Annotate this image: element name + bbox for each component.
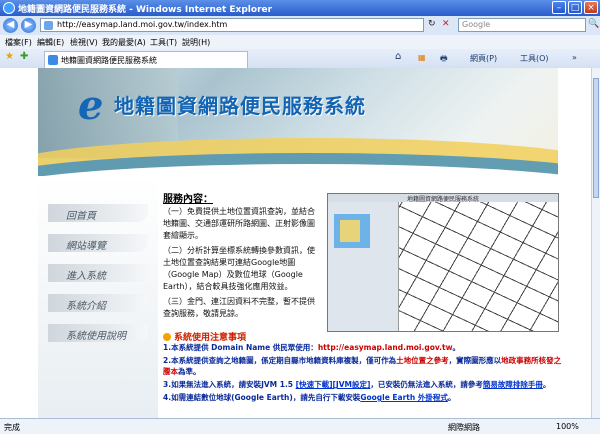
nav-introduction[interactable]: 系統介紹: [48, 294, 148, 312]
page-content: e 地籍圖資網路便民服務系統 回首頁 網站導覽 進入系統 系統介紹 系統使用說明…: [0, 68, 591, 418]
menu-file[interactable]: 檔案(F): [5, 37, 32, 48]
tab-label: 地籍圖資網路便民服務系統: [61, 56, 157, 65]
stop-button[interactable]: ✕: [442, 19, 450, 29]
favorites-star-icon[interactable]: ★: [5, 51, 14, 62]
status-bar: 完成 網際網路 100%: [0, 418, 600, 434]
nav-sitemap[interactable]: 網站導覽: [48, 234, 148, 252]
troubleshooting-link[interactable]: 簡易故障排除手冊: [483, 380, 543, 389]
map-preview-header: 地籍圖資網路便民服務系統: [328, 194, 558, 203]
minimize-button[interactable]: –: [552, 1, 566, 14]
service-heading: 服務內容：: [163, 194, 213, 205]
feeds-icon[interactable]: ▦: [418, 53, 426, 62]
notice-item: 3.如果無法進入系統，請安裝JVM 1.5 [快速下載][JVM設定]，已安裝仍…: [163, 380, 551, 389]
service-item: （二）分析計算坐標系統轉換參數資訊，使土地位置查詢結果可連結Google地圖（G…: [163, 246, 315, 291]
internet-zone: 網際網路: [448, 423, 480, 432]
page-icon: [44, 21, 53, 30]
print-icon[interactable]: 🖶: [440, 53, 448, 67]
maximize-button[interactable]: □: [568, 1, 582, 14]
service-content: （一）免費提供土地位置資訊查詢，並結合地籍圖、交通部運研所路網圖、正射影像圖套繪…: [163, 206, 321, 323]
page-menu[interactable]: 網頁(P): [470, 53, 497, 64]
search-placeholder: Google: [462, 20, 491, 29]
menu-tools[interactable]: 工具(T): [150, 37, 177, 48]
vertical-scrollbar[interactable]: [591, 68, 600, 418]
nav-enter-system[interactable]: 進入系統: [48, 264, 148, 282]
menu-help[interactable]: 說明(H): [182, 37, 210, 48]
title-bar: 地籍圖資網路便民服務系統 - Windows Internet Explorer…: [0, 0, 600, 16]
bullet-icon: [163, 333, 171, 341]
notice-item: 1.本系統提供 Domain Name 供民眾使用：http://easymap…: [163, 343, 461, 352]
notice-list: 1.本系統提供 Domain Name 供民眾使用：http://easymap…: [163, 342, 563, 405]
banner-e-logo: e: [78, 82, 104, 129]
nav-home[interactable]: 回首頁: [48, 204, 148, 222]
tab-current[interactable]: 地籍圖資網路便民服務系統: [44, 51, 248, 68]
scrollbar-thumb[interactable]: [593, 78, 599, 198]
notice-item: 4.如需連結數位地球(Google Earth)，請先自行下載安裝Google …: [163, 393, 456, 402]
address-bar[interactable]: http://easymap.land.moi.gov.tw/index.htm: [40, 18, 424, 32]
address-toolbar: ◀ ▶ http://easymap.land.moi.gov.tw/index…: [0, 16, 600, 36]
nav-user-guide[interactable]: 系統使用說明: [48, 324, 148, 342]
jvm-setting-link[interactable]: [JVM設定]: [333, 380, 371, 389]
menu-edit[interactable]: 編輯(E): [37, 37, 64, 48]
forward-button[interactable]: ▶: [21, 18, 36, 33]
quick-download-link[interactable]: [快速下載]: [296, 380, 333, 389]
search-input[interactable]: Google: [458, 18, 586, 32]
close-button[interactable]: ×: [584, 1, 598, 14]
tools-menu[interactable]: 工具(O): [520, 53, 549, 64]
site-banner: e 地籍圖資網路便民服務系統: [38, 68, 558, 176]
address-url[interactable]: http://easymap.land.moi.gov.tw/index.htm: [57, 20, 227, 29]
search-icon[interactable]: 🔍: [588, 19, 599, 29]
ie-icon: [3, 2, 15, 14]
add-favorite-icon[interactable]: ✚: [20, 51, 28, 62]
map-preview-sidebar: [328, 202, 399, 331]
menu-favorites[interactable]: 我的最愛(A): [102, 37, 146, 48]
left-navigation: 回首頁 網站導覽 進入系統 系統介紹 系統使用說明: [38, 176, 158, 418]
map-preview-parcel-lines: [399, 202, 558, 331]
menu-view[interactable]: 檢視(V): [70, 37, 98, 48]
window-title: 地籍圖資網路便民服務系統 - Windows Internet Explorer: [18, 5, 273, 15]
domain-link[interactable]: http://easymap.land.moi.gov.tw: [318, 343, 453, 352]
refresh-button[interactable]: ↻: [428, 19, 436, 29]
zoom-level[interactable]: 100%: [556, 422, 579, 431]
notice-item: 2.本系統提供查詢之地籍圖，係定期自縣市地籍資料庫複製，僅可作為土地位置之參考，…: [163, 356, 562, 376]
menu-bar: 檔案(F) 編輯(E) 檢視(V) 我的最愛(A) 工具(T) 說明(H): [0, 35, 600, 50]
back-button[interactable]: ◀: [3, 18, 18, 33]
status-text: 完成: [4, 423, 20, 432]
map-preview-image: 地籍圖資網路便民服務系統: [327, 193, 559, 332]
service-item: （三）金門、連江因資料不完整，暫不提供查詢服務，敬請見諒。: [163, 297, 315, 318]
google-earth-plugin-link[interactable]: Google Earth 外掛程式: [360, 393, 448, 402]
chevron-right-icon[interactable]: »: [572, 53, 577, 62]
home-icon[interactable]: ⌂: [395, 51, 401, 62]
tab-row: ★ ✚ 地籍圖資網路便民服務系統 ⌂ ▦ 🖶 網頁(P) 工具(O) »: [0, 49, 600, 69]
banner-title: 地籍圖資網路便民服務系統: [114, 94, 366, 118]
service-item: （一）免費提供土地位置資訊查詢，並結合地籍圖、交通部運研所路網圖、正射影像圖套繪…: [163, 207, 315, 240]
map-preview-overview-land: [340, 220, 360, 242]
tab-page-icon: [48, 55, 58, 65]
